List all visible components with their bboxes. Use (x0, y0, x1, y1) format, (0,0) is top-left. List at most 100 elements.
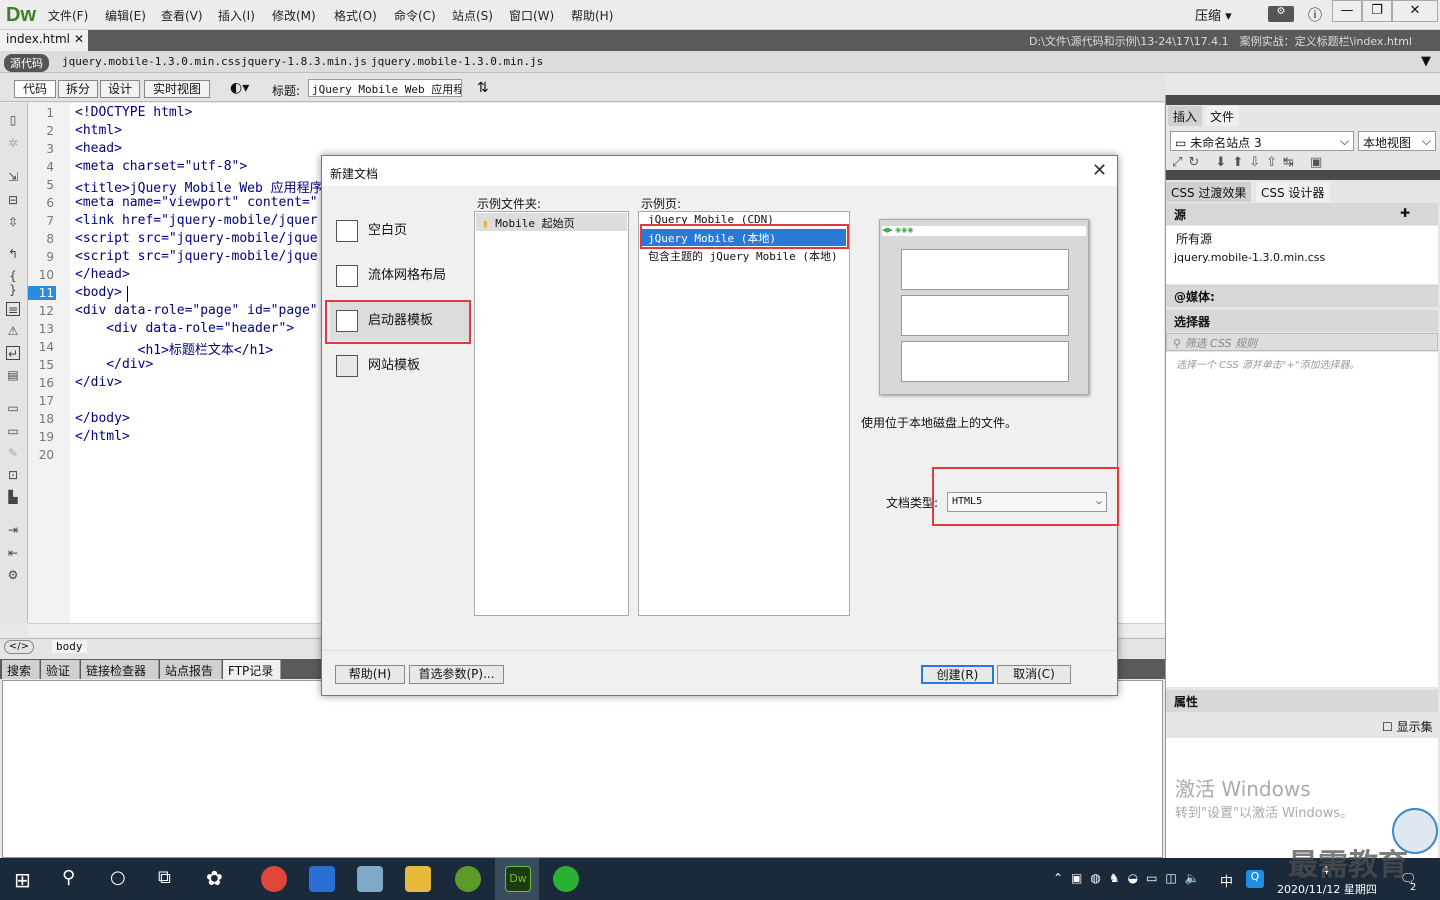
source-code-button[interactable]: 源代码 (4, 54, 49, 72)
code-line[interactable]: </div> (75, 357, 153, 372)
file-explorer-icon[interactable] (405, 866, 431, 892)
code-line[interactable]: <link href="jquery-mobile/jquer (75, 213, 318, 228)
tab-css-transitions[interactable]: CSS 过渡效果 (1166, 182, 1252, 202)
recent-snippets-icon[interactable]: ⊡ (6, 468, 20, 482)
task-view-icon[interactable]: ⧉ (158, 867, 171, 888)
folder-item[interactable]: ▮ Mobile 起始页 (476, 213, 627, 231)
maximize-button[interactable]: ❐ (1362, 0, 1392, 22)
syntax-coloring-icon[interactable]: ▤ (6, 368, 20, 382)
tab-css-designer[interactable]: CSS 设计器 (1256, 182, 1330, 202)
code-line[interactable]: <meta charset="utf-8"> (75, 159, 247, 174)
tab-validation[interactable]: 验证 (41, 660, 80, 679)
format-source-icon[interactable]: ⚙ (6, 568, 20, 582)
code-line[interactable]: <body> (75, 285, 130, 300)
code-line[interactable]: </html> (75, 429, 130, 444)
code-line[interactable]: </div> (75, 375, 122, 390)
open-documents-icon[interactable]: ▯ (6, 113, 20, 127)
pinwheel-app-icon[interactable]: ✿ (206, 866, 223, 890)
minimize-button[interactable]: — (1332, 0, 1362, 22)
wrap-tag-icon[interactable]: ✎ (6, 446, 20, 460)
menu-window[interactable]: 窗口(W) (509, 7, 554, 24)
menu-insert[interactable]: 插入(I) (218, 7, 255, 24)
add-source-icon[interactable]: ✚ (1400, 206, 1410, 220)
menu-view[interactable]: 查看(V) (161, 7, 203, 24)
code-line[interactable]: <div data-role="header"> (75, 321, 294, 336)
view-live-button[interactable]: 实时视图 (144, 80, 210, 98)
compress-dropdown[interactable]: 压缩 ▾ (1195, 5, 1232, 24)
tab-search[interactable]: 搜索 (2, 660, 40, 679)
code-line[interactable]: <script src="jquery-mobile/jque (75, 231, 318, 246)
tab-link-checker[interactable]: 链接检查器 (81, 660, 159, 679)
show-code-navigator-icon[interactable]: ✲ (6, 136, 20, 150)
preferences-button[interactable]: 首选参数(P)... (409, 665, 504, 684)
view-split-button[interactable]: 拆分 (58, 80, 98, 98)
wps-writer-icon[interactable] (309, 866, 335, 892)
select-parent-tag-icon[interactable]: ↰ (6, 247, 20, 261)
tab-site-reports[interactable]: 站点报告 (160, 660, 222, 679)
code-line[interactable]: <script src="jquery-mobile/jque (75, 249, 318, 264)
watermelon-app-icon[interactable] (455, 866, 481, 892)
code-tag-icon[interactable]: </> (4, 640, 34, 654)
move-css-icon[interactable]: ▙ (6, 490, 20, 504)
show-set-checkbox[interactable]: ☐ 显示集 (1382, 718, 1433, 735)
cortana-icon[interactable]: ○ (110, 867, 126, 888)
view-design-button[interactable]: 设计 (100, 80, 140, 98)
view-code-button[interactable]: 代码 (14, 80, 56, 98)
related-file[interactable]: jquery-1.8.3.min.js (241, 55, 367, 68)
code-line[interactable]: <meta name="viewport" content=" (75, 195, 318, 210)
filter-icon[interactable]: ▼ (1421, 54, 1431, 69)
menu-commands[interactable]: 命令(C) (394, 7, 436, 24)
code-line[interactable]: <html> (75, 123, 122, 138)
collapse-full-tag-icon[interactable]: ⇲ (6, 170, 20, 184)
highlight-invalid-icon[interactable]: ⚠ (6, 324, 20, 338)
tab-files[interactable]: 文件 (1205, 106, 1240, 126)
site-select[interactable]: ▭ 未命名站点 3 ⌵ (1170, 131, 1354, 151)
code-line[interactable]: <title>jQuery Mobile Web 应用程序 (75, 177, 323, 196)
sample-folder-list[interactable] (474, 211, 629, 616)
category-blank-page[interactable]: 空白页 (330, 211, 470, 251)
category-site-templates[interactable]: 网站模板 (330, 346, 470, 386)
title-input[interactable]: jQuery Mobile Web 应用程序 (308, 79, 462, 97)
sync-settings-icon[interactable]: ⚙ (1268, 6, 1294, 22)
tag-body[interactable]: body (52, 640, 87, 653)
help-button[interactable]: 帮助(H) (335, 665, 405, 684)
dialog-close-icon[interactable]: ✕ (1092, 160, 1107, 181)
notepad-icon[interactable] (357, 866, 383, 892)
view-select[interactable]: 本地视图 ⌵ (1358, 131, 1436, 151)
create-button[interactable]: 创建(R) (921, 665, 994, 684)
code-line[interactable]: <div data-role="page" id="page" (75, 303, 318, 318)
browser-preview-icon[interactable]: ◐▾ (230, 80, 249, 96)
files-toolbar-icons[interactable]: ⤢↻ ⬇⬆⇩⇧↹ ▣ (1172, 155, 1328, 170)
sample-page-list[interactable] (638, 211, 850, 616)
code-line[interactable]: <h1>标题栏文本</h1> (75, 339, 273, 358)
system-tray-icons[interactable]: ⌃▣◍♞◒▭◫🔈 (1053, 871, 1208, 885)
menu-modify[interactable]: 修改(M) (272, 7, 316, 24)
tab-ftp-log[interactable]: FTP记录 (223, 660, 281, 679)
file-management-icon[interactable]: ⇅ (477, 80, 489, 96)
related-file[interactable]: jquery.mobile-1.3.0.min.css (62, 55, 241, 68)
related-file[interactable]: jquery.mobile-1.3.0.min.js (371, 55, 543, 68)
menu-edit[interactable]: 编辑(E) (105, 7, 146, 24)
source-all[interactable]: 所有源 (1176, 230, 1212, 247)
collapse-selection-icon[interactable]: ⊟ (6, 193, 20, 207)
menu-file[interactable]: 文件(F) (48, 7, 88, 24)
indent-icon[interactable]: ⇥ (6, 523, 20, 537)
search-icon[interactable]: ⚲ (62, 867, 75, 888)
code-line[interactable]: </head> (75, 267, 130, 282)
menu-format[interactable]: 格式(O) (334, 7, 377, 24)
outdent-icon[interactable]: ⇤ (6, 546, 20, 560)
chrome-icon[interactable] (261, 866, 287, 892)
line-numbers-icon[interactable]: ≡ (6, 302, 20, 317)
page-item-themed[interactable]: 包含主题的 jQuery Mobile (本地) (648, 248, 838, 264)
code-line[interactable]: <!DOCTYPE html> (75, 105, 192, 120)
apply-comment-icon[interactable]: ▭ (6, 401, 20, 415)
close-window-button[interactable]: ✕ (1392, 0, 1438, 22)
windows-start-icon[interactable]: ⊞ (14, 868, 31, 892)
code-line[interactable]: <head> (75, 141, 122, 156)
tab-insert[interactable]: 插入 (1168, 106, 1203, 126)
tab-index-html[interactable]: index.html ✕ (0, 30, 88, 51)
close-tab-icon[interactable]: ✕ (74, 32, 84, 46)
balance-braces-icon[interactable]: { } (6, 269, 20, 297)
expand-all-icon[interactable]: ⇳ (6, 215, 20, 229)
word-wrap-icon[interactable]: ↵ (6, 346, 20, 361)
